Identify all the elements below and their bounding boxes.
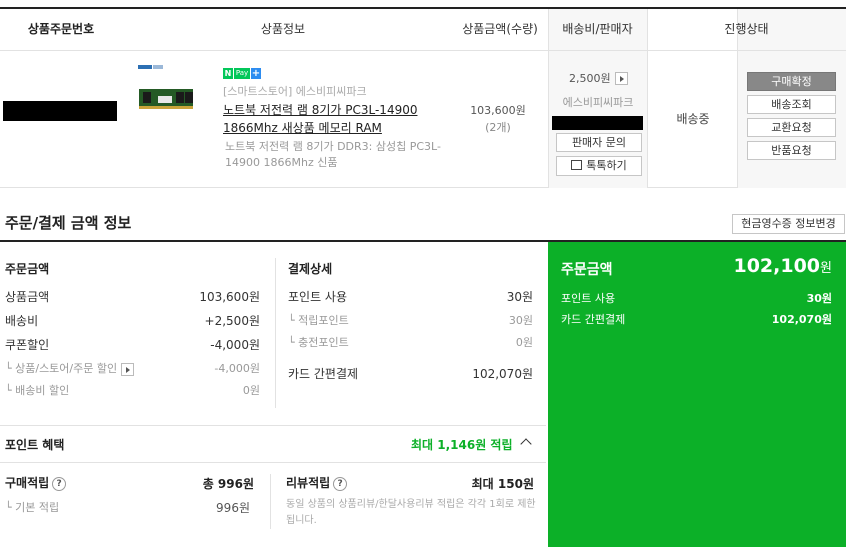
ram-chip [176,92,184,103]
track-delivery-button[interactable]: 배송조회 [747,95,836,114]
header-divider [0,50,846,51]
point-use-label: 포인트 사용 [288,290,348,304]
summary-total: 102,100원 [733,255,832,277]
header-shipping: 배송비/판매자 [562,22,633,36]
payment-section-title: 주문/결제 금액 정보 [5,214,132,232]
shipping-discount-label: └ 배송비 할인 [5,384,70,397]
review-point-label: 리뷰적립 [286,476,331,490]
talktalk-label: 톡톡하기 [586,159,627,172]
shipping-fee-value: 2,500원 [569,72,611,85]
summary-point-label: 포인트 사용 [561,292,616,305]
cash-receipt-button[interactable]: 현금영수증 정보변경 [732,214,845,234]
chat-bubble-icon [571,160,583,170]
product-amount-value: 103,600원 [199,290,260,304]
confirm-purchase-button[interactable]: 구매확정 [747,72,836,91]
product-name-link[interactable]: 노트북 저전력 램 8기가 PC3L-14900 1866Mhz 새상품 메모리… [223,101,448,137]
store-name[interactable]: [스마트스토어] 에스비피씨파크 [223,83,367,99]
column-divider [270,474,271,529]
exchange-request-button[interactable]: 교환요청 [747,118,836,137]
order-amount-title: 주문금액 [5,262,50,276]
shipping-fee: 2,500원 [569,70,628,86]
purchase-point: 구매적립? [5,474,67,491]
section-divider [0,462,546,463]
shipping-discount-value: 0원 [242,384,260,397]
coupon-discount-value: -4,000원 [210,338,260,352]
store-discount-label-text: └ 상품/스토어/주문 할인 [5,362,118,375]
npay-badge: N Pay + [223,68,261,79]
basic-point-value: 996원 [216,501,250,515]
purchase-point-total: 총 996원 [202,477,254,491]
column-divider [275,258,276,408]
order-number-redacted [3,101,117,121]
talktalk-button[interactable]: 톡톡하기 [556,156,642,176]
seller-name: 에스비피씨파크 [562,96,634,109]
summary-total-number: 102,100 [733,255,821,277]
review-point: 리뷰적립? [286,474,348,491]
summary-card-value: 102,070원 [771,313,832,326]
earned-point-label: └ 적립포인트 [288,314,349,327]
summary-total-unit: 원 [820,261,832,276]
purchase-point-label: 구매적립 [5,476,50,490]
coupon-discount-label: 쿠폰할인 [5,338,50,352]
delivery-status: 배송중 [676,112,710,126]
product-price: 103,600원 [470,104,526,117]
npay-plus-icon: + [251,68,261,79]
brand-logo [153,65,163,69]
point-use-value: 30원 [506,290,533,304]
seller-inquiry-button[interactable]: 판매자 문의 [556,133,642,152]
help-icon[interactable]: ? [52,476,67,491]
card-pay-label: 카드 간편결제 [288,367,359,381]
basic-point-label: └ 기본 적립 [5,501,60,514]
section-divider [0,425,546,426]
shipping-detail-arrow-icon[interactable] [614,71,628,85]
product-quantity: (2개) [485,121,511,134]
summary-point-value: 30원 [806,292,832,305]
npay-pay-label: Pay [233,68,250,79]
ram-label [158,96,172,103]
earned-point-value: 30원 [508,314,533,327]
payment-detail-title: 결제상세 [288,262,333,276]
point-benefit-title: 포인트 혜택 [5,438,65,452]
review-point-max: 최대 150원 [471,477,534,491]
seller-info-redacted [552,116,643,130]
store-discount-value: -4,000원 [214,362,260,375]
help-icon[interactable]: ? [333,476,348,491]
charged-point-value: 0원 [515,336,533,349]
header-status: 진행상태 [724,22,769,36]
shipping-value: +2,500원 [204,314,260,328]
point-benefit-max[interactable]: 최대 1,146원 적립 [411,436,513,453]
charged-point-label: └ 충전포인트 [288,336,349,349]
header-amount: 상품금액(수량) [462,22,538,36]
card-pay-value: 102,070원 [472,367,533,381]
order-total-summary: 주문금액 102,100원 포인트 사용 30원 카드 간편결제 102,070… [548,242,846,547]
npay-n-icon: N [223,68,233,79]
summary-title: 주문금액 [561,262,613,278]
store-discount-label: └ 상품/스토어/주문 할인 [5,360,134,376]
product-amount-label: 상품금액 [5,290,50,304]
brand-logo [138,65,152,69]
product-thumbnail[interactable] [138,62,194,122]
product-option: 노트북 저전력 램 8기가 DDR3: 삼성칩 PC3L-14900 1866M… [225,140,441,169]
header-product: 상품정보 [260,22,306,36]
shipping-label: 배송비 [5,314,39,328]
discount-detail-arrow-icon[interactable] [120,362,134,376]
return-request-button[interactable]: 반품요청 [747,141,836,160]
ram-chip [185,92,193,103]
chevron-up-icon[interactable] [520,438,532,450]
header-order-no: 상품주문번호 [27,22,95,36]
ram-chip [143,92,151,103]
review-point-note: 동일 상품의 상품리뷰/한달사용리뷰 적립은 각각 1회로 제한됩니다. [286,499,536,526]
summary-card-label: 카드 간편결제 [561,313,626,326]
